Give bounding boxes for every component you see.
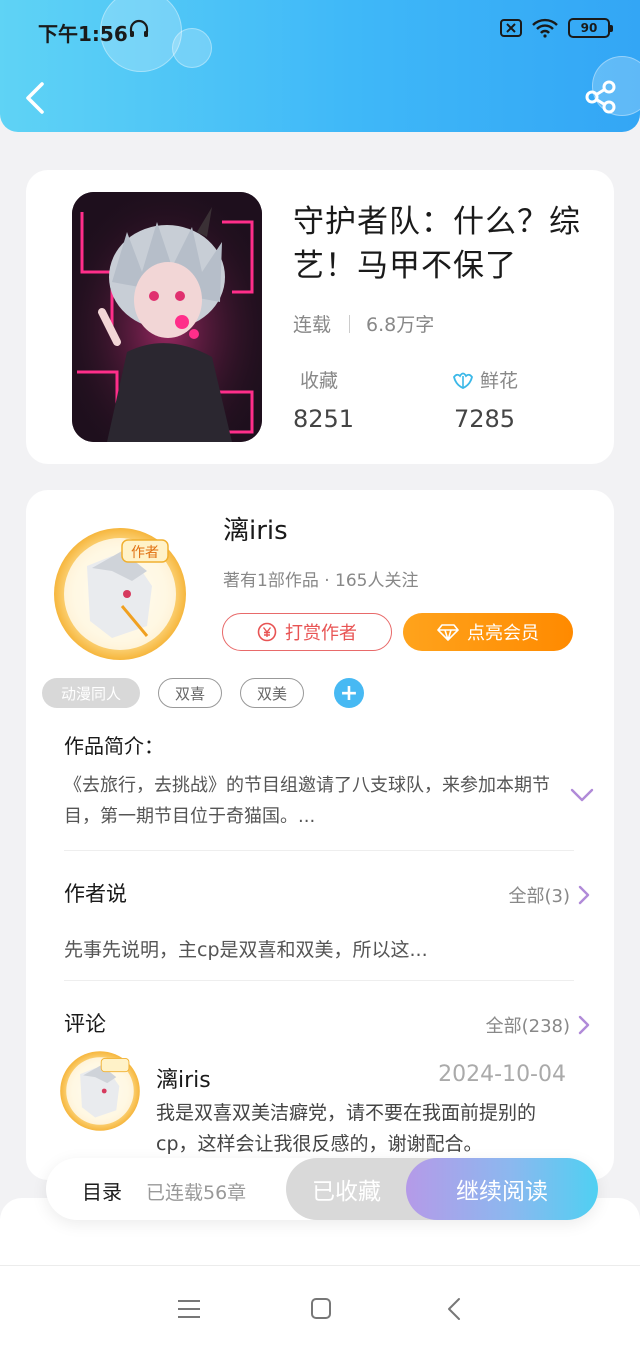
diamond-icon <box>437 624 459 641</box>
serial-status: 连载 <box>293 314 332 336</box>
comment-username[interactable]: 漓iris <box>156 1062 211 1094</box>
share-icon[interactable] <box>584 80 618 114</box>
flower-stat[interactable]: 鲜花 7285 <box>452 366 518 433</box>
intro-text: 《去旅行，去挑战》的节目组邀请了八支球队，来参加本期节目，第一期节目位于奇猫国。… <box>64 775 550 827</box>
tag-item[interactable]: 双喜 <box>158 678 222 708</box>
battery-icon: 90 <box>568 18 613 38</box>
status-icons: 90 <box>500 18 613 38</box>
collect-count: 8251 <box>293 405 355 433</box>
author-say-more-label: 全部(3) <box>508 886 571 907</box>
flower-label: 鲜花 <box>480 370 519 392</box>
status-time: 下午1:56 <box>38 22 128 46</box>
flower-label-row: 鲜花 <box>452 366 518 393</box>
author-badge-text: 作者 <box>131 545 159 561</box>
author-avatar[interactable]: 作者 <box>52 526 188 662</box>
sim-off-icon <box>500 19 522 37</box>
home-square-icon[interactable] <box>306 1296 336 1322</box>
book-info-card: 守护者队：什么？综艺！马甲不保了 连载 6.8万字 收藏 8251 鲜花 728… <box>26 170 614 464</box>
book-cover-image[interactable] <box>72 192 262 442</box>
author-say-title: 作者说 <box>64 882 127 906</box>
author-detail-card: 作者 漓iris 著有1部作品 · 165人关注 打赏作者 点亮会员 动漫同人 … <box>26 490 614 1180</box>
word-count: 6.8万字 <box>366 314 435 336</box>
add-tag-button[interactable]: + <box>334 678 364 708</box>
yen-coin-icon <box>257 622 277 642</box>
tip-author-label: 打赏作者 <box>285 623 357 644</box>
menu-icon[interactable] <box>174 1296 204 1322</box>
toc-button[interactable]: 目录 <box>82 1176 122 1205</box>
author-name[interactable]: 漓iris <box>223 510 288 547</box>
chevron-down-icon[interactable] <box>570 788 594 802</box>
comments-more-label: 全部(238) <box>485 1016 570 1037</box>
vip-label: 点亮会员 <box>467 623 539 644</box>
continue-reading-button[interactable]: 继续阅读 <box>406 1158 598 1220</box>
tag-list: 动漫同人 双喜 双美 + <box>42 678 364 708</box>
cover-illustration <box>72 192 262 442</box>
author-meta: 著有1部作品 · 165人关注 <box>223 571 419 591</box>
chevron-right-icon <box>578 885 590 905</box>
headset-icon <box>129 19 149 37</box>
section-divider <box>64 850 574 851</box>
tip-author-button[interactable]: 打赏作者 <box>222 613 392 651</box>
comments-title: 评论 <box>64 1012 106 1036</box>
divider <box>349 314 351 333</box>
status-bar: 下午1:56 90 <box>0 0 640 60</box>
avatar-illustration: 作者 <box>54 528 186 660</box>
system-nav-bar <box>0 1265 640 1351</box>
flower-icon <box>453 372 473 389</box>
back-arrow-icon[interactable] <box>18 80 54 116</box>
book-title: 守护者队：什么？综艺！马甲不保了 <box>293 204 581 284</box>
author-say-more[interactable]: 全部(3) <box>509 882 591 908</box>
chevron-right-icon <box>578 1015 590 1035</box>
vip-button[interactable]: 点亮会员 <box>403 613 573 651</box>
back-nav-icon[interactable] <box>440 1296 470 1322</box>
comment-date: 2024-10-04 <box>438 1062 566 1087</box>
collect-stat: 收藏 8251 <box>293 366 354 433</box>
flower-count: 7285 <box>454 405 516 433</box>
comment-avatar[interactable] <box>59 1050 141 1132</box>
author-say-text[interactable]: 先事先说明，主cp是双喜和双美，所以这... <box>64 935 428 962</box>
chapter-count: 已连载56章 <box>146 1182 247 1204</box>
tag-item[interactable]: 双美 <box>240 678 304 708</box>
top-header: 下午1:56 90 <box>0 0 640 132</box>
avatar-illustration <box>60 1051 140 1131</box>
comment-text[interactable]: 我是双喜双美洁癖党，请不要在我面前提别的cp，这样会让我很反感的，谢谢配合。 <box>156 1098 566 1160</box>
tag-item[interactable]: 动漫同人 <box>42 678 140 708</box>
bottom-action-bar: 目录 已连载56章 已收藏 继续阅读 <box>46 1158 598 1220</box>
intro-title: 作品简介： <box>64 734 164 758</box>
book-status-row: 连载 6.8万字 <box>293 310 434 337</box>
section-divider <box>64 980 574 981</box>
comments-more[interactable]: 全部(238) <box>486 1012 590 1038</box>
collect-label: 收藏 <box>300 370 339 392</box>
wifi-icon <box>532 18 558 38</box>
